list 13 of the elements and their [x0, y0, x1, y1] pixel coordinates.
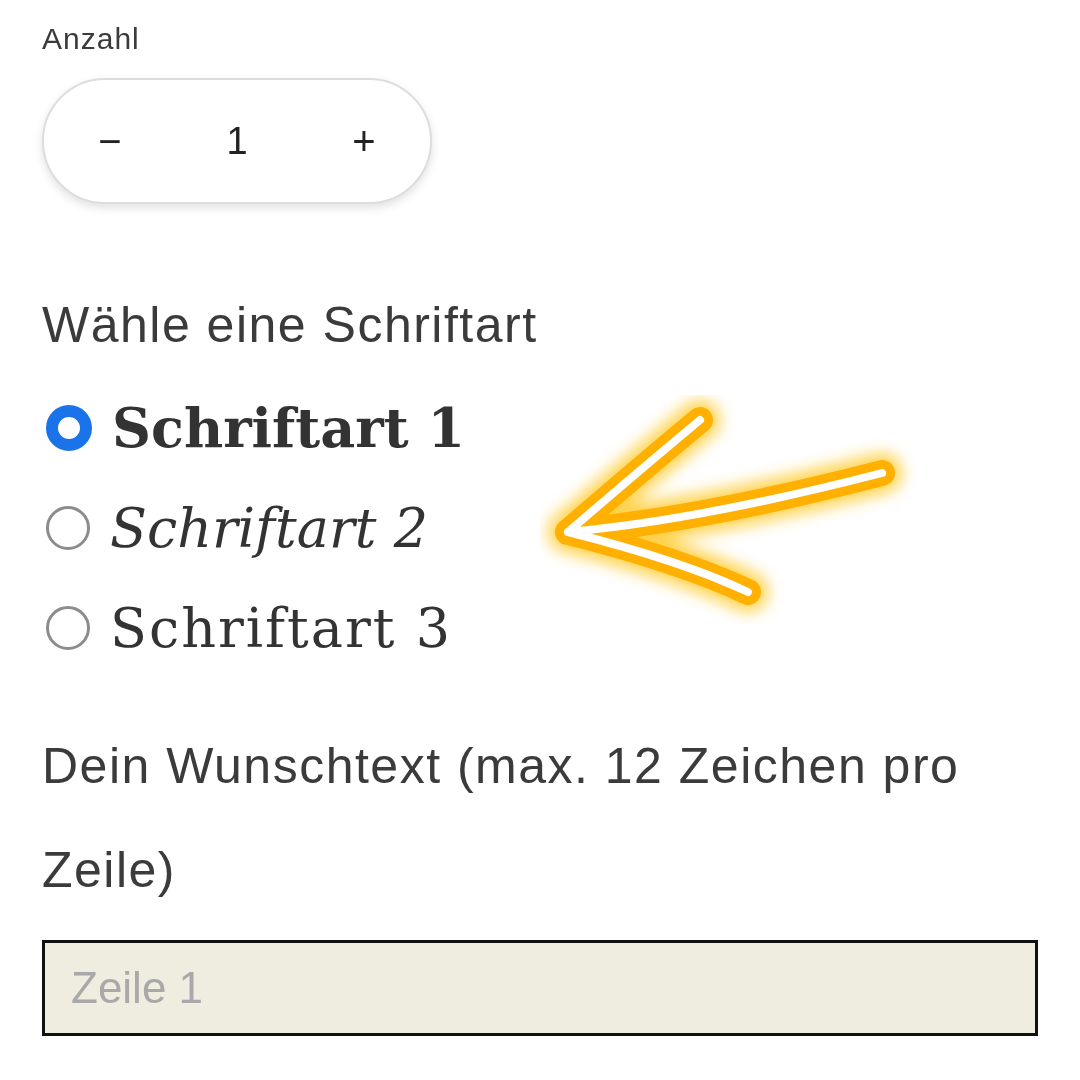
increase-button[interactable]: + [338, 115, 390, 167]
quantity-value: 1 [226, 119, 248, 163]
font-option-label[interactable]: Schriftart 2 [110, 496, 428, 560]
quantity-label: Anzahl [42, 22, 141, 56]
radio-button[interactable] [46, 606, 90, 650]
radio-button[interactable] [46, 506, 90, 550]
font-option-label[interactable]: Schriftart 1 [112, 396, 466, 460]
font-heading: Wähle eine Schriftart [42, 296, 539, 354]
decrease-button[interactable]: − [84, 115, 136, 167]
input-field[interactable]: Zeile 1 [42, 940, 1038, 1036]
wish-text-label: Dein Wunschtext (max. 12 Zeichen pro Zeile) [42, 737, 961, 900]
font-option-label[interactable]: Schriftart 3 [110, 596, 452, 660]
radio-button[interactable] [46, 405, 92, 451]
